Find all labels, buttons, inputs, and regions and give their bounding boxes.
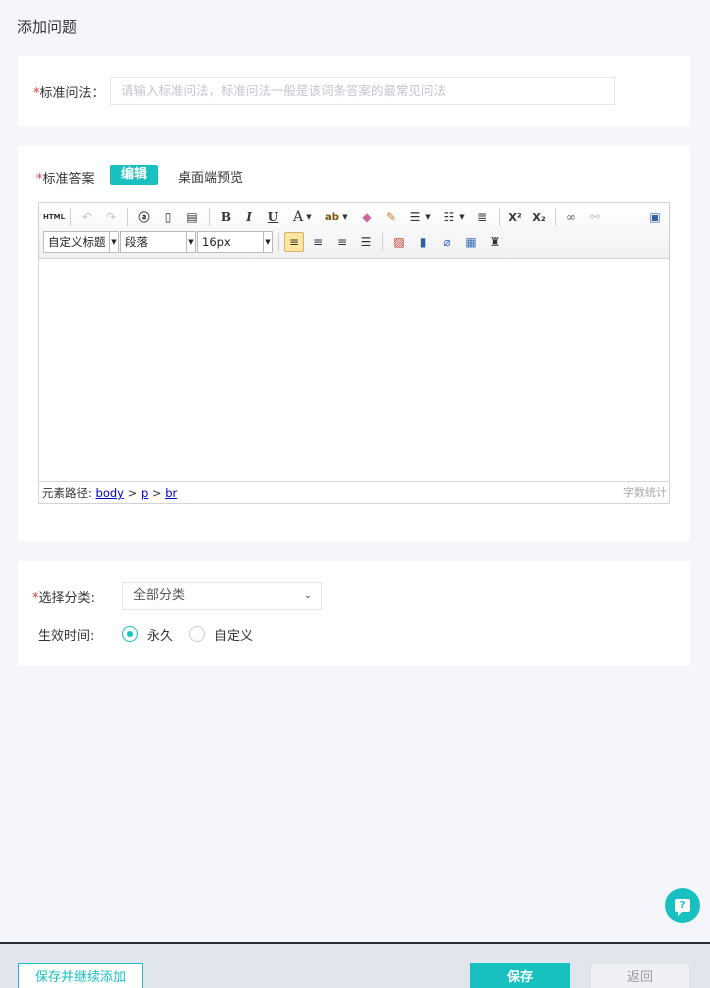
paragraph-select[interactable]: 段落 ▼ [120, 231, 196, 253]
unordered-list-icon[interactable]: ☷ [439, 207, 459, 227]
highlight-color-icon[interactable]: ab [322, 207, 342, 227]
answer-card: *标准答案 编辑 桌面端预览 HTML ↶ ↷ ⓐ ▯ ▤ B I U A ▼ … [18, 146, 690, 541]
category-label: *选择分类: [32, 587, 95, 606]
save-button[interactable]: 保存 [470, 963, 570, 988]
question-card: *标准问法： 请输入标准问法，标准问法一般是该词条答案的最常见问法 [18, 56, 690, 126]
subscript-button[interactable]: X₂ [529, 207, 549, 227]
footer-bar: 保存并继续添加 保存 返回 [0, 942, 710, 988]
toolbar-divider [499, 208, 500, 226]
font-size-select[interactable]: 16px ▼ [197, 231, 273, 253]
settings-card: *选择分类: 全部分类 ⌄ 生效时间: 永久 自定义 [18, 561, 690, 666]
paragraph-value: 段落 [125, 235, 148, 249]
editor-content-area[interactable] [39, 259, 669, 481]
tab-edit[interactable]: 编辑 [110, 165, 158, 185]
italic-button[interactable]: I [239, 207, 259, 227]
insert-table-icon[interactable]: ▦ [461, 232, 481, 252]
path-link-body[interactable]: body [96, 486, 124, 500]
eraser-icon[interactable]: ◆ [357, 207, 377, 227]
redo-icon[interactable]: ↷ [101, 207, 121, 227]
category-label-text: 选择分类: [38, 591, 95, 606]
chat-question-icon: ? [675, 899, 690, 916]
toolbar-divider [70, 208, 71, 226]
save-and-continue-button[interactable]: 保存并继续添加 [18, 963, 143, 988]
highlight-dropdown-icon[interactable]: ▼ [340, 207, 350, 227]
question-label-text: 标准问法： [39, 86, 105, 101]
chevron-down-icon: ▼ [109, 232, 118, 252]
align-right-icon[interactable]: ≡ [332, 232, 352, 252]
element-path-label: 元素路径: [42, 486, 92, 500]
align-left-icon[interactable]: ≡ [284, 232, 304, 252]
category-selected-value: 全部分类 [133, 588, 186, 603]
toolbar-divider [209, 208, 210, 226]
chevron-down-icon: ▼ [186, 232, 195, 252]
editor-toolbar: HTML ↶ ↷ ⓐ ▯ ▤ B I U A ▼ ab ▼ ◆ ✎ ☰ ▼ ☷ … [39, 203, 669, 259]
bold-button[interactable]: B [216, 207, 236, 227]
link-icon[interactable]: ∞ [561, 207, 581, 227]
paste-plain-icon[interactable]: ▤ [182, 207, 202, 227]
rich-text-editor: HTML ↶ ↷ ⓐ ▯ ▤ B I U A ▼ ab ▼ ◆ ✎ ☰ ▼ ☷ … [38, 202, 670, 504]
path-separator: > [127, 486, 138, 500]
custom-heading-select[interactable]: 自定义标题 ▼ [43, 231, 119, 253]
effective-time-label: 生效时间: [38, 629, 95, 644]
paste-text-icon[interactable]: ⓐ [134, 207, 154, 227]
radio-permanent-label[interactable]: 永久 [147, 625, 173, 644]
toolbar-divider [555, 208, 556, 226]
attachment-icon[interactable]: ⌀ [437, 232, 457, 252]
chevron-down-icon: ▼ [263, 232, 272, 252]
align-justify-icon[interactable]: ☰ [356, 232, 376, 252]
help-chat-button[interactable]: ? [665, 888, 700, 923]
superscript-button[interactable]: X² [505, 207, 525, 227]
insert-video-icon[interactable]: ▮ [413, 232, 433, 252]
toolbar-divider [278, 233, 279, 251]
radio-custom-label[interactable]: 自定义 [214, 625, 253, 644]
ordered-list-dropdown-icon[interactable]: ▼ [423, 207, 433, 227]
ordered-list-icon[interactable]: ☰ [405, 207, 425, 227]
format-brush-icon[interactable]: ✎ [381, 207, 401, 227]
radio-custom[interactable] [189, 626, 205, 642]
word-count: 字数统计 [623, 486, 667, 499]
new-document-icon[interactable]: ▯ [158, 207, 178, 227]
back-button[interactable]: 返回 [590, 963, 690, 988]
tab-desktop-preview[interactable]: 桌面端预览 [178, 167, 243, 186]
question-label: *标准问法： [33, 82, 105, 101]
chevron-down-icon: ⌄ [303, 590, 312, 601]
unordered-list-dropdown-icon[interactable]: ▼ [457, 207, 467, 227]
unlink-icon[interactable]: ⚯ [585, 207, 605, 227]
toolbar-divider [127, 208, 128, 226]
radio-permanent[interactable] [122, 626, 138, 642]
search-replace-icon[interactable]: ♜ [485, 232, 505, 252]
standard-question-input[interactable]: 请输入标准问法，标准问法一般是该词条答案的最常见问法 [110, 77, 615, 105]
category-select[interactable]: 全部分类 ⌄ [122, 582, 322, 610]
path-link-br[interactable]: br [165, 486, 177, 500]
answer-label: *标准答案 [36, 168, 95, 187]
html-source-button[interactable]: HTML [43, 207, 65, 227]
answer-label-text: 标准答案 [42, 172, 95, 187]
fullscreen-icon[interactable]: ▣ [645, 207, 665, 227]
font-color-dropdown-icon[interactable]: ▼ [304, 207, 314, 227]
font-size-value: 16px [202, 235, 231, 249]
align-center-icon[interactable]: ≡ [308, 232, 328, 252]
custom-heading-value: 自定义标题 [48, 235, 106, 249]
path-link-p[interactable]: p [141, 486, 148, 500]
page-title: 添加问题 [17, 18, 78, 36]
editor-statusbar: 元素路径: body > p > br 字数统计 [39, 481, 669, 503]
underline-button[interactable]: U [263, 207, 283, 227]
path-separator: > [151, 486, 162, 500]
insert-image-icon[interactable]: ▨ [389, 232, 409, 252]
toolbar-divider [382, 233, 383, 251]
line-height-icon[interactable]: ≣ [472, 207, 492, 227]
undo-icon[interactable]: ↶ [77, 207, 97, 227]
